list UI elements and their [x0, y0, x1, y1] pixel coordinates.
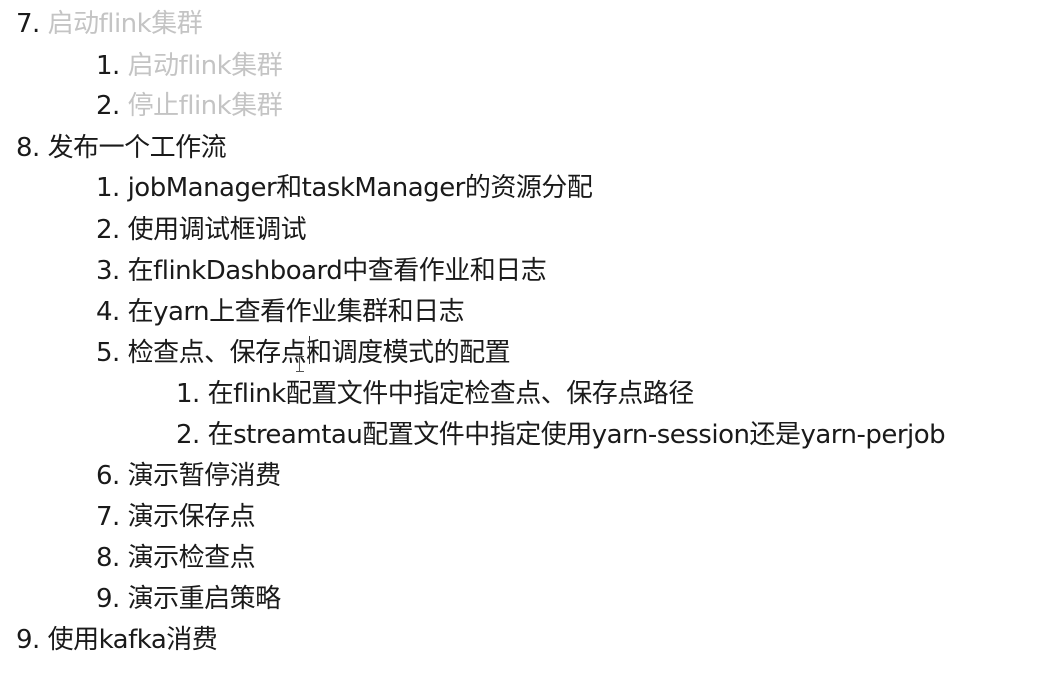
- list-number: 6.: [96, 461, 120, 491]
- list-item[interactable]: 9. 使用kafka消费: [16, 624, 218, 656]
- list-number: 2.: [96, 91, 120, 121]
- list-item-text: 启动flink集群: [127, 51, 283, 81]
- list-item[interactable]: 2. 在streamtau配置文件中指定使用yarn-session还是yarn…: [176, 419, 946, 451]
- list-item[interactable]: 7. 演示保存点: [96, 501, 256, 533]
- list-number: 1.: [176, 379, 200, 409]
- list-item[interactable]: 6. 演示暂停消费: [96, 460, 281, 492]
- list-number: 8.: [96, 543, 120, 573]
- list-item[interactable]: 1. 启动flink集群: [96, 50, 283, 82]
- ibeam-cursor-icon: [296, 356, 304, 372]
- list-item[interactable]: 1. jobManager和taskManager的资源分配: [96, 172, 593, 204]
- list-item[interactable]: 2. 停止flink集群: [96, 90, 283, 122]
- list-item[interactable]: 1. 在flink配置文件中指定检查点、保存点路径: [176, 378, 694, 410]
- list-item-text: 使用kafka消费: [47, 625, 218, 655]
- list-item-text: 停止flink集群: [127, 91, 283, 121]
- list-item-text: jobManager和taskManager的资源分配: [127, 173, 593, 203]
- list-item-text: 在flinkDashboard中查看作业和日志: [127, 256, 547, 286]
- list-number: 7.: [96, 502, 120, 532]
- list-item-text: 演示检查点: [127, 543, 256, 573]
- list-item-text: 在flink配置文件中指定检查点、保存点路径: [207, 379, 695, 409]
- list-number: 9.: [96, 584, 120, 614]
- list-number: 3.: [96, 256, 120, 286]
- list-number: 4.: [96, 297, 120, 327]
- list-item-text: 检查点、保存点和调度模式的配置: [127, 338, 511, 368]
- list-item[interactable]: 3. 在flinkDashboard中查看作业和日志: [96, 255, 547, 287]
- list-item-text: 启动flink集群: [47, 9, 203, 39]
- list-number: 8.: [16, 133, 40, 163]
- list-number: 1.: [96, 51, 120, 81]
- text-caret: [309, 336, 310, 364]
- list-item[interactable]: 9. 演示重启策略: [96, 583, 281, 615]
- list-item[interactable]: 8. 发布一个工作流: [16, 132, 227, 164]
- list-item-text: 在streamtau配置文件中指定使用yarn-session还是yarn-pe…: [207, 420, 946, 450]
- list-item[interactable]: 7. 启动flink集群: [16, 8, 203, 40]
- list-item-text: 在yarn上查看作业集群和日志: [127, 297, 465, 327]
- list-number: 1.: [96, 173, 120, 203]
- list-number: 7.: [16, 9, 40, 39]
- list-item[interactable]: 4. 在yarn上查看作业集群和日志: [96, 296, 465, 328]
- list-number: 2.: [176, 420, 200, 450]
- list-item-text: 使用调试框调试: [127, 215, 307, 245]
- list-item[interactable]: 8. 演示检查点: [96, 542, 256, 574]
- list-item-text: 发布一个工作流: [47, 133, 227, 163]
- list-item-text: 演示保存点: [127, 502, 256, 532]
- list-number: 9.: [16, 625, 40, 655]
- list-number: 5.: [96, 338, 120, 368]
- list-item[interactable]: 2. 使用调试框调试: [96, 214, 307, 246]
- list-item-text: 演示暂停消费: [127, 461, 282, 491]
- list-item-text: 演示重启策略: [127, 584, 282, 614]
- list-number: 2.: [96, 215, 120, 245]
